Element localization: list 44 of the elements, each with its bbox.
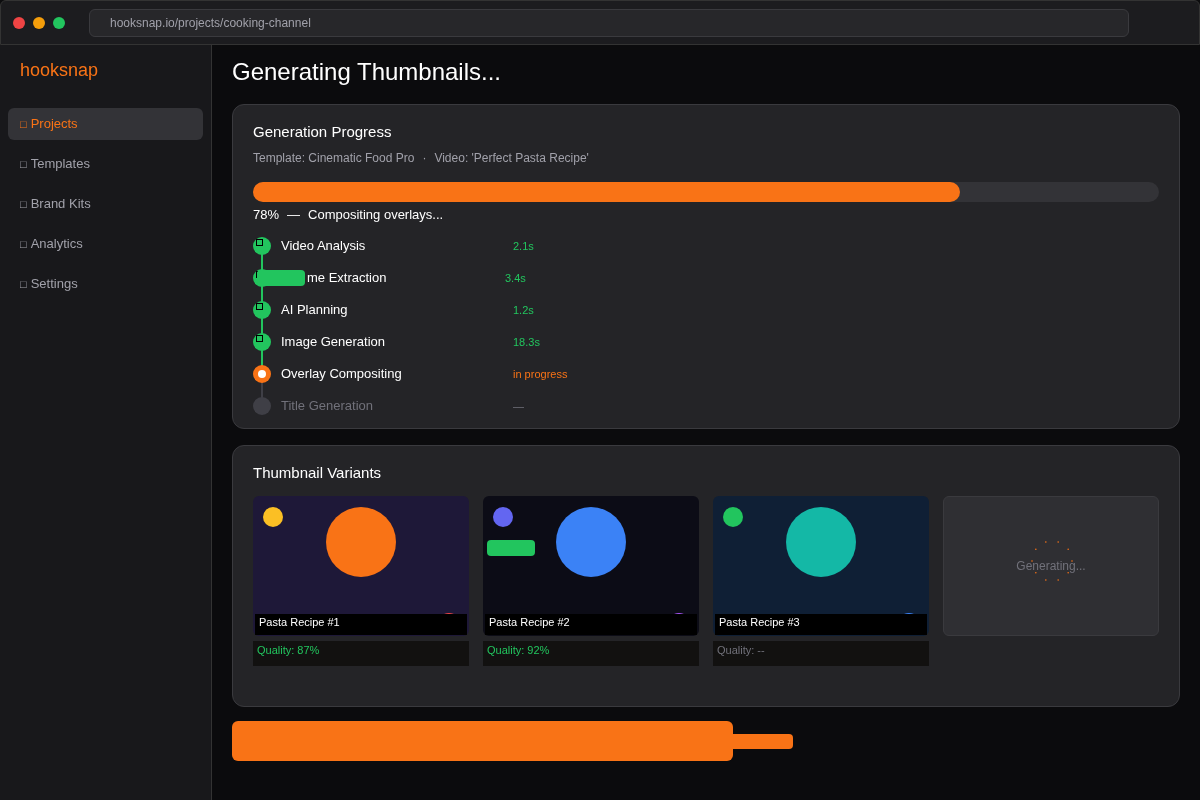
thumbnail-caption: Pasta Recipe #2 (485, 613, 697, 635)
square-icon: □ (20, 195, 27, 213)
card-title: Generation Progress (253, 122, 393, 142)
step-time: 2.1s (513, 238, 534, 254)
sidebar-item[interactable]: □ Settings (8, 268, 203, 300)
step-label: Image Generation (281, 333, 387, 352)
sidebar-item[interactable]: □ Brand Kits (8, 188, 203, 220)
status-message: Compositing overlays... (308, 205, 444, 224)
quality-text: Quality: -- (713, 640, 929, 666)
step-time: — (513, 398, 524, 414)
step-label: me Extraction (307, 269, 388, 288)
quality-text: Quality: 87% (253, 640, 469, 666)
generating-text: Generating... (1016, 557, 1086, 575)
separator-text: · (422, 149, 427, 167)
step-time: 18.3s (513, 334, 540, 350)
step-time: 1.2s (513, 302, 534, 318)
page-title: Generating Thumbnails... (232, 57, 503, 87)
step-status-icon (253, 365, 271, 383)
logo-text: hooksnap (19, 59, 100, 82)
sidebar-item[interactable]: □ Projects (8, 108, 203, 140)
square-icon: □ (20, 155, 27, 173)
step-label: AI Planning (281, 301, 349, 320)
square-icon: □ (20, 275, 27, 293)
step-time: in progress (513, 366, 568, 382)
card-title: Thumbnail Variants (253, 463, 383, 483)
dash-text: — (287, 205, 301, 224)
step-label: Title Generation (281, 397, 374, 416)
thumbnail-caption: Pasta Recipe #3 (715, 613, 927, 635)
sidebar-item[interactable]: □ Templates (8, 148, 203, 180)
thumbnail-card[interactable]: Pasta Recipe #3 (713, 495, 929, 636)
square-icon: □ (20, 235, 27, 253)
square-icon: □ (20, 115, 27, 133)
step-label: Overlay Compositing (281, 365, 403, 384)
sidebar-item[interactable]: □ Analytics (8, 228, 203, 260)
step-label: Video Analysis (281, 237, 367, 256)
thumbnail-card[interactable]: Pasta Recipe #2 (483, 495, 699, 636)
video-text: Video: 'Perfect Pasta Recipe' (434, 149, 589, 167)
thumbnail-card[interactable]: Pasta Recipe #1 (253, 495, 469, 636)
step-time: 3.4s (505, 270, 526, 286)
address-field[interactable]: hooksnap.io/projects/cooking-channel (89, 8, 1129, 37)
thumbnail-caption: Pasta Recipe #1 (255, 613, 467, 635)
percent-text: 78% (253, 205, 280, 224)
template-text: Template: Cinematic Food Pro (253, 149, 415, 167)
quality-text: Quality: 92% (483, 640, 699, 666)
